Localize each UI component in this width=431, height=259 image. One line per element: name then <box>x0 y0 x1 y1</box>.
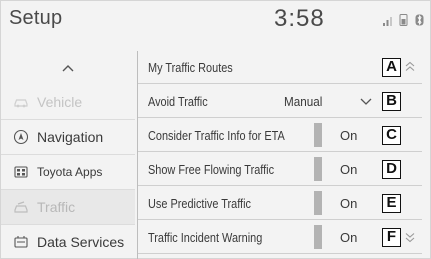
row-label: Avoid Traffic <box>148 94 208 109</box>
row-label: Traffic Incident Warning <box>148 230 263 245</box>
list-row-incident-warning[interactable]: Traffic Incident Warning On F <box>138 221 422 254</box>
sidebar: Vehicle Navigation Toyota Apps Traffic D… <box>1 51 135 259</box>
phone-battery-icon <box>399 14 408 26</box>
toggle-state: On <box>340 196 358 211</box>
sidebar-item-navigation[interactable]: Navigation <box>1 120 135 154</box>
header-bar: Setup 3:58 <box>1 1 431 41</box>
toggle-indicator <box>314 123 322 147</box>
row-label: Consider Traffic Info for ETA <box>148 128 285 143</box>
toggle-state: On <box>340 230 358 245</box>
sidebar-item-label: Data Services <box>37 234 125 250</box>
toggle-state: On <box>340 128 358 143</box>
toggle-indicator <box>314 191 322 215</box>
signal-icon <box>383 17 392 26</box>
callout-badge: D <box>382 160 401 179</box>
sidebar-item-label: Traffic <box>37 199 76 215</box>
setup-screen: Setup 3:58 Vehicle Navigation Toyota App… <box>0 0 431 259</box>
row-label: Use Predictive Traffic <box>148 196 251 211</box>
sidebar-item-toyota-apps[interactable]: Toyota Apps <box>1 155 135 189</box>
callout-badge: A <box>382 58 401 77</box>
navigation-icon <box>13 129 29 145</box>
sidebar-item-label: Navigation <box>37 129 104 145</box>
list-row-avoid-traffic[interactable]: Avoid Traffic Manual B <box>138 85 422 118</box>
traffic-settings-list: My Traffic Routes A Avoid Traffic Manual… <box>137 51 422 259</box>
car-icon <box>14 99 28 108</box>
data-services-icon <box>14 236 28 248</box>
list-row-show-free-flowing[interactable]: Show Free Flowing Traffic On D <box>138 153 422 186</box>
traffic-icon <box>14 201 28 213</box>
clock: 3:58 <box>274 5 325 32</box>
sidebar-item-label: Vehicle <box>37 94 83 110</box>
callout-badge: E <box>382 194 401 213</box>
toggle-state: On <box>340 162 358 177</box>
chevron-up-icon <box>62 65 74 72</box>
list-row-use-predictive[interactable]: Use Predictive Traffic On E <box>138 187 422 220</box>
scroll-up-icon[interactable] <box>405 61 415 73</box>
sidebar-item-vehicle[interactable]: Vehicle <box>1 85 135 119</box>
chevron-down-icon <box>360 98 372 105</box>
list-row-consider-traffic-eta[interactable]: Consider Traffic Info for ETA On C <box>138 119 422 152</box>
toggle-indicator <box>314 225 322 249</box>
bluetooth-icon <box>415 14 424 26</box>
callout-badge: F <box>382 228 401 247</box>
avoid-traffic-value: Manual <box>284 94 323 109</box>
list-row-my-traffic-routes[interactable]: My Traffic Routes A <box>138 51 422 84</box>
toggle-indicator <box>314 157 322 181</box>
sidebar-scroll-up-button[interactable] <box>1 51 135 85</box>
sidebar-item-data-services[interactable]: Data Services <box>1 225 135 259</box>
sidebar-item-traffic[interactable]: Traffic <box>1 190 135 224</box>
apps-icon <box>14 166 28 178</box>
status-icons <box>383 14 424 26</box>
row-label: Show Free Flowing Traffic <box>148 162 275 177</box>
scroll-down-icon[interactable] <box>405 231 415 243</box>
sidebar-item-label: Toyota Apps <box>37 165 103 179</box>
callout-badge: B <box>382 92 401 111</box>
row-label: My Traffic Routes <box>148 60 233 75</box>
page-title: Setup <box>9 7 63 29</box>
callout-badge: C <box>382 126 401 145</box>
